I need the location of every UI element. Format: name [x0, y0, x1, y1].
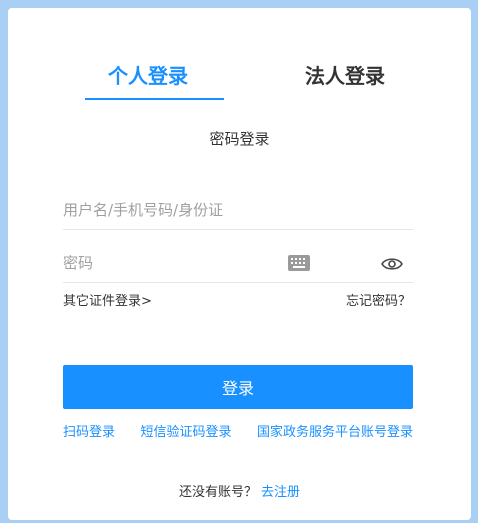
keyboard-icon[interactable] [288, 255, 310, 275]
sms-code-login-link[interactable]: 短信验证码登录 [140, 421, 231, 440]
login-method-title: 密码登录 [209, 130, 270, 148]
username-field-row [63, 191, 413, 230]
other-id-login-link[interactable]: 其它证件登录> [63, 290, 152, 309]
username-input[interactable] [63, 191, 273, 229]
login-button[interactable]: 登录 [63, 365, 413, 409]
national-platform-login-link[interactable]: 国家政务服务平台账号登录 [257, 421, 413, 440]
alternative-login-links: 扫码登录 短信验证码登录 国家政务服务平台账号登录 [63, 421, 413, 440]
register-prompt: 还没有账号？ 去注册 [8, 481, 471, 500]
eye-icon[interactable] [381, 256, 403, 275]
password-field-row [63, 244, 413, 283]
tab-personal-login[interactable]: 个人登录 [108, 62, 188, 90]
register-prompt-text: 还没有账号？ [178, 485, 257, 500]
login-card: 个人登录 法人登录 密码登录 用户名/手机号码/身份证 其它证件登录> 忘记密码… [8, 8, 471, 520]
tab-legal-login[interactable]: 法人登录 [305, 62, 385, 90]
register-link[interactable]: 去注册 [261, 485, 300, 500]
active-tab-indicator [85, 98, 224, 100]
forgot-password-link[interactable]: 忘记密码？ [346, 290, 411, 309]
qr-code-login-link[interactable]: 扫码登录 [63, 421, 115, 440]
password-input[interactable] [63, 244, 273, 282]
